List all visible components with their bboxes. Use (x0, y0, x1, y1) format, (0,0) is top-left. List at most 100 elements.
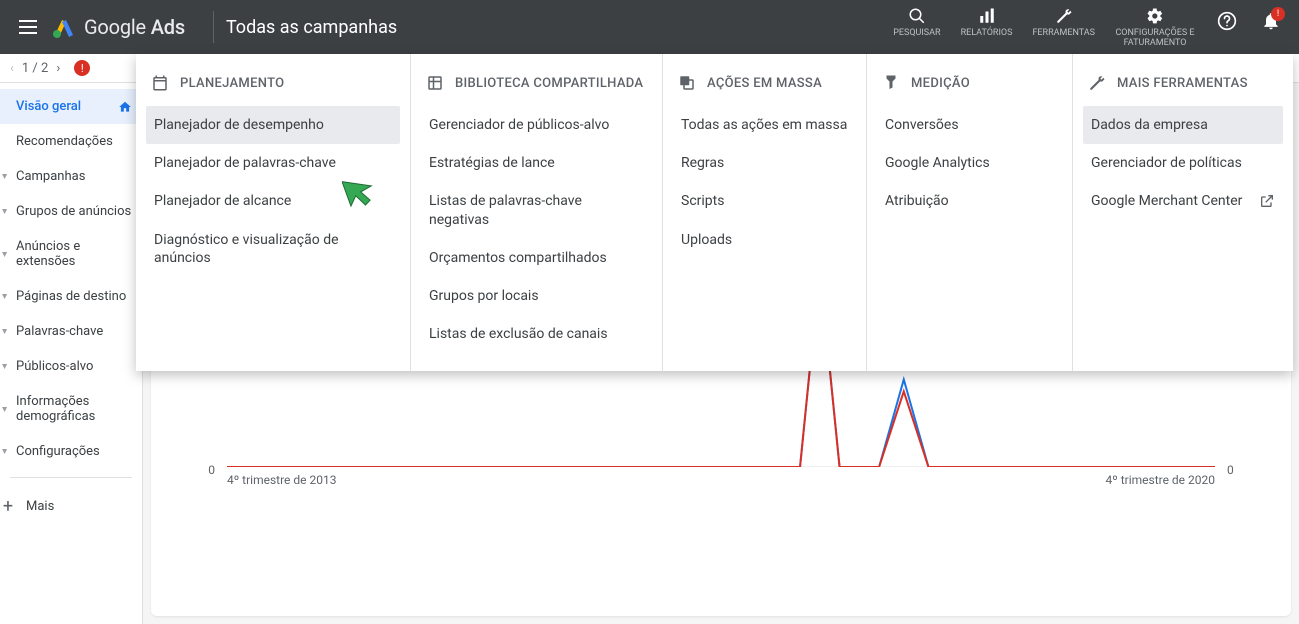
mega-item-label: Uploads (681, 231, 732, 249)
tools-action[interactable]: FERRAMENTAS (1024, 1, 1103, 43)
google-ads-logo-icon (52, 15, 76, 39)
mega-item-label: Gerenciador de políticas (1091, 154, 1242, 172)
gear-icon (1146, 5, 1164, 27)
chevron-right-icon: ▸ (0, 294, 10, 299)
warning-badge[interactable]: ! (74, 60, 90, 76)
mega-item-2-3[interactable]: Uploads (673, 221, 856, 259)
mega-item-label: Google Merchant Center (1091, 192, 1242, 210)
wrench-icon (1055, 5, 1073, 27)
chevron-right-icon: ▸ (0, 449, 10, 454)
mega-item-1-3[interactable]: Orçamentos compartilhados (421, 239, 652, 277)
xtick-start: 4º trimestre de 2013 (227, 473, 336, 487)
settings-action[interactable]: CONFIGURAÇÕES E FATURAMENTO (1107, 1, 1203, 53)
sidebar-more[interactable]: + Mais (0, 486, 142, 527)
chevron-right-icon: ▸ (0, 364, 10, 369)
app-header: Google Ads Todas as campanhas PESQUISAR … (0, 0, 1299, 54)
mega-item-label: Scripts (681, 192, 724, 210)
pager-next[interactable]: › (54, 59, 62, 78)
mega-column-title: PLANEJAMENTO (180, 76, 284, 91)
sidebar-item-9[interactable]: ▸Configurações (0, 434, 142, 469)
mega-item-label: Planejador de alcance (154, 192, 291, 210)
mega-item-label: Estratégias de lance (429, 154, 555, 172)
pager-text: 1 / 2 (22, 61, 48, 76)
mega-item-1-1[interactable]: Estratégias de lance (421, 144, 652, 182)
mega-item-3-0[interactable]: Conversões (877, 106, 1062, 144)
mega-item-1-5[interactable]: Listas de exclusão de canais (421, 315, 652, 353)
sidebar-item-label: Públicos-alvo (16, 359, 93, 374)
mega-item-4-1[interactable]: Gerenciador de políticas (1083, 144, 1283, 182)
sidebar-item-1[interactable]: Recomendações (0, 124, 142, 159)
mega-column-header: MAIS FERRAMENTAS (1083, 68, 1283, 106)
mega-column-3: MEDIÇÃO Conversões Google Analytics Atribui… (867, 54, 1073, 371)
mega-item-label: Conversões (885, 116, 959, 134)
mega-item-label: Atribuição (885, 192, 949, 210)
sidebar-item-label: Visão geral (16, 99, 81, 114)
sidebar-item-8[interactable]: ▸Informações demográficas (0, 384, 142, 434)
mega-item-2-2[interactable]: Scripts (673, 182, 856, 220)
mega-item-label: Planejador de palavras-chave (154, 154, 336, 172)
chart-x-axis: 4º trimestre de 2013 4º trimestre de 202… (227, 473, 1215, 487)
sidebar-item-label: Recomendações (16, 134, 113, 149)
mega-item-0-3[interactable]: Diagnóstico e visualização de anúncios (146, 221, 400, 277)
mega-item-4-0[interactable]: Dados da empresa (1083, 106, 1283, 144)
sidebar-item-label: Anúncios e extensões (16, 239, 132, 269)
menu-button[interactable] (8, 7, 48, 47)
calendar-icon (150, 74, 170, 92)
mega-item-label: Grupos por locais (429, 287, 539, 305)
mega-column-4: MAIS FERRAMENTAS Dados da empresa Gerencia… (1073, 54, 1293, 371)
sidebar-item-label: Informações demográficas (16, 394, 132, 424)
sidebar-item-label: Páginas de destino (16, 289, 126, 304)
mega-item-label: Gerenciador de públicos-alvo (429, 116, 609, 134)
bulk-icon (677, 74, 697, 92)
mega-column-title: MAIS FERRAMENTAS (1117, 76, 1248, 91)
sidebar-item-6[interactable]: ▸Palavras-chave (0, 314, 142, 349)
ytick-right-2: 0 (1227, 463, 1234, 477)
search-icon (908, 5, 926, 27)
help-button[interactable] (1207, 1, 1247, 41)
brand-text: Google Ads (84, 15, 185, 39)
mega-item-3-2[interactable]: Atribuição (877, 182, 1062, 220)
mega-item-1-2[interactable]: Listas de palavras-chave negativas (421, 182, 652, 238)
mega-item-3-1[interactable]: Google Analytics (877, 144, 1062, 182)
mega-item-4-2[interactable]: Google Merchant Center (1083, 182, 1283, 220)
mega-column-2: AÇÕES EM MASSA Todas as ações em massa Reg… (663, 54, 867, 371)
sidebar-item-label: Palavras-chave (16, 324, 103, 339)
mega-column-header: PLANEJAMENTO (146, 68, 400, 106)
mega-item-label: Listas de palavras-chave negativas (429, 192, 644, 228)
mega-item-2-0[interactable]: Todas as ações em massa (673, 106, 856, 144)
mega-column-header: BIBLIOTECA COMPARTILHADA (421, 68, 652, 106)
reports-action[interactable]: RELATÓRIOS (953, 1, 1021, 43)
ytick-left-2: 0 (208, 463, 215, 477)
sidebar-item-5[interactable]: ▸ Páginas de destino (0, 279, 142, 314)
mega-column-1: BIBLIOTECA COMPARTILHADA Gerenciador de p… (411, 54, 663, 371)
sidebar-item-3[interactable]: ▸Grupos de anúncios (0, 194, 142, 229)
mega-column-title: AÇÕES EM MASSA (707, 76, 822, 91)
logo[interactable]: Google Ads (52, 15, 185, 39)
measure-icon (881, 74, 901, 92)
notification-badge: ! (1271, 7, 1285, 21)
pager: ‹ 1 / 2 › (8, 59, 62, 78)
sidebar-item-4[interactable]: ▸Anúncios e extensões (0, 229, 142, 279)
home-icon (118, 100, 132, 114)
sidebar-item-2[interactable]: ▸Campanhas (0, 159, 142, 194)
pager-prev[interactable]: ‹ (8, 59, 16, 78)
mega-item-0-1[interactable]: Planejador de palavras-chave (146, 144, 400, 182)
sidebar-item-7[interactable]: ▸ Públicos-alvo (0, 349, 142, 384)
notifications-button[interactable]: ! (1251, 1, 1291, 41)
mega-item-label: Listas de exclusão de canais (429, 325, 608, 343)
sidebar: Visão geralRecomendações▸Campanhas▸Grupo… (0, 83, 143, 624)
mega-item-1-4[interactable]: Grupos por locais (421, 277, 652, 315)
mega-item-label: Diagnóstico e visualização de anúncios (154, 231, 392, 267)
chevron-right-icon: ▸ (0, 174, 10, 179)
mega-item-0-2[interactable]: Planejador de alcance (146, 182, 400, 220)
sidebar-item-label: Grupos de anúncios (16, 204, 131, 219)
mega-column-header: MEDIÇÃO (877, 68, 1062, 106)
header-divider (213, 11, 214, 43)
sidebar-divider (10, 477, 132, 478)
mega-item-1-0[interactable]: Gerenciador de públicos-alvo (421, 106, 652, 144)
search-action[interactable]: PESQUISAR (885, 1, 948, 43)
mega-item-label: Todas as ações em massa (681, 116, 847, 134)
mega-item-2-1[interactable]: Regras (673, 144, 856, 182)
sidebar-item-0[interactable]: Visão geral (0, 89, 142, 124)
mega-item-0-0[interactable]: Planejador de desempenho (146, 106, 400, 144)
